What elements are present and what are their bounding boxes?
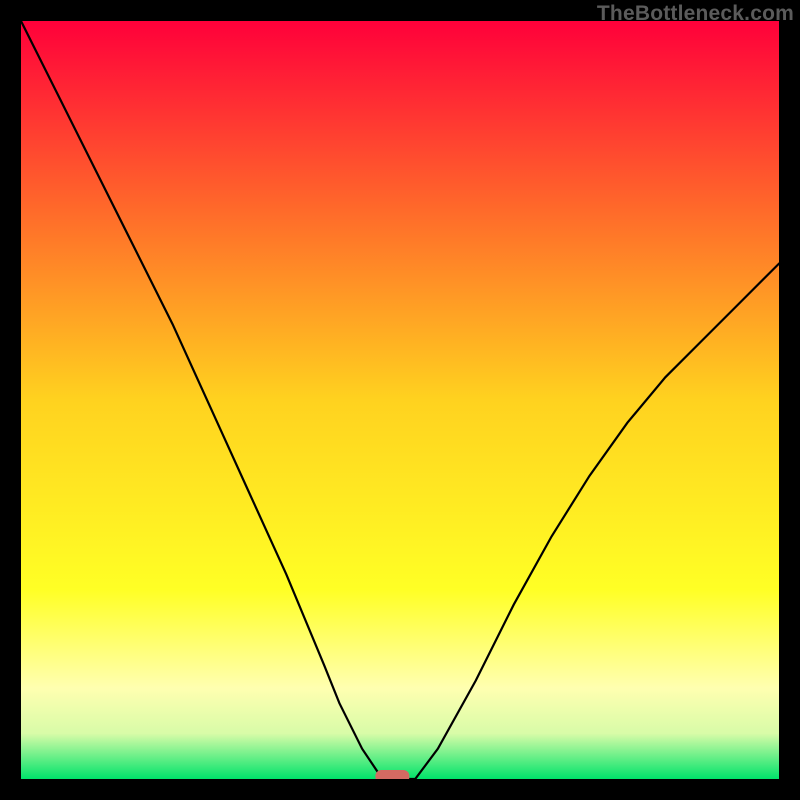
gradient-background — [21, 21, 779, 779]
optimal-marker — [375, 770, 409, 779]
plot-area — [21, 21, 779, 779]
bottleneck-chart: TheBottleneck.com — [0, 0, 800, 800]
watermark-text: TheBottleneck.com — [597, 2, 794, 26]
